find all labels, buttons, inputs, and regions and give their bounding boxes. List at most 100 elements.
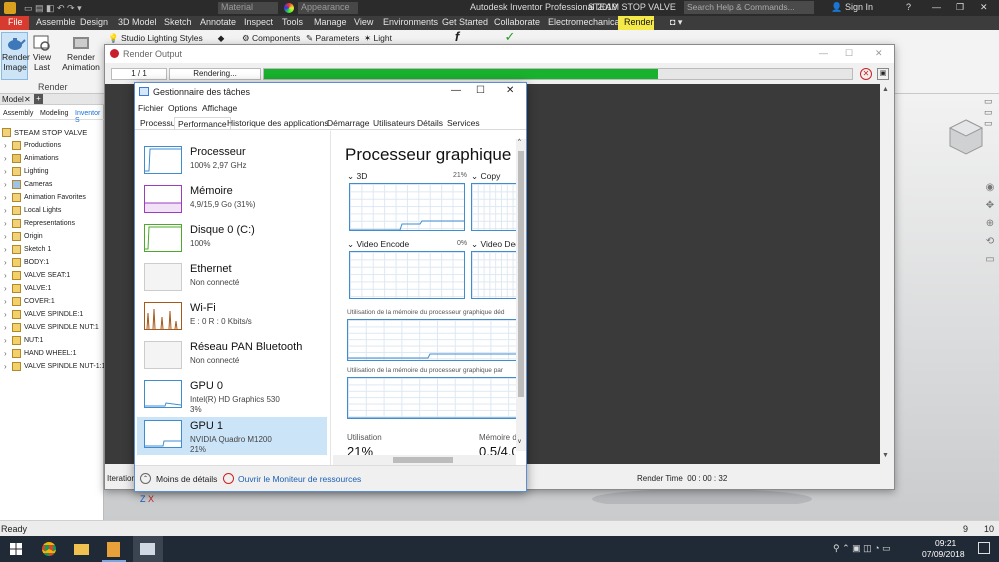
sign-in-link[interactable]: Sign In [845, 2, 873, 12]
tab-collaborate[interactable]: Collaborate [494, 17, 540, 27]
subtab-assembly[interactable]: Assembly [3, 110, 33, 117]
tree-expand-icon[interactable]: › [4, 271, 10, 280]
maximize-icon[interactable]: ❐ [956, 2, 964, 13]
tree-item[interactable]: › VALVE SPINDLE NUT:1 [4, 321, 99, 333]
scene-icon[interactable]: ◆ [214, 33, 228, 43]
tree-item[interactable]: › NUT:1 [4, 334, 43, 346]
tree-expand-icon[interactable]: › [4, 297, 10, 306]
chrome-icon[interactable] [42, 542, 56, 556]
panel-hscrollbar[interactable] [333, 455, 516, 465]
tab-assemble[interactable]: Assemble [36, 17, 76, 27]
tab-tools[interactable]: Tools [282, 17, 303, 27]
tree-item[interactable]: › Local Lights [4, 204, 61, 216]
tree-expand-icon[interactable]: › [4, 232, 10, 241]
render-animation-button[interactable]: Render Animation [60, 34, 102, 72]
tab-services[interactable]: Services [444, 117, 483, 129]
taskmgr-close-icon[interactable]: ✕ [506, 85, 514, 96]
tab-demarrage[interactable]: Démarrage [324, 117, 373, 129]
parameters-button[interactable]: ✎ Parameters [306, 33, 364, 43]
panel-scroll-down-icon[interactable]: v [518, 439, 521, 445]
windows-start-icon[interactable] [10, 543, 22, 555]
tab-environments[interactable]: Environments [383, 17, 438, 27]
tree-item[interactable]: › Animations [4, 152, 59, 164]
components-button[interactable]: ⚙ Components [242, 33, 306, 43]
render-image-button[interactable]: Render Image [2, 34, 30, 72]
menu-fichier[interactable]: Fichier [138, 103, 164, 113]
tree-expand-icon[interactable]: › [4, 180, 10, 189]
less-details-link[interactable]: Moins de détails [156, 474, 217, 484]
tab-3d-model[interactable]: 3D Model [118, 17, 157, 27]
resource-monitor-link[interactable]: Ouvrir le Moniteur de ressources [238, 474, 361, 484]
panel-scroll-up-icon[interactable]: ^ [518, 139, 521, 145]
tab-sketch[interactable]: Sketch [164, 17, 192, 27]
tree-item[interactable]: › VALVE:1 [4, 282, 51, 294]
studio-lighting-styles-button[interactable]: 💡 Studio Lighting Styles [108, 33, 203, 43]
tab-performance[interactable]: Performance [174, 117, 231, 129]
side-item-bluetooth[interactable]: Réseau PAN Bluetooth Non connecté [137, 338, 327, 376]
minimize-icon[interactable]: — [932, 2, 941, 12]
light-button[interactable]: ✶ Light [364, 33, 404, 43]
less-details-icon[interactable]: ⌃ [140, 473, 151, 484]
taskmgr-maximize-icon[interactable]: ☐ [476, 85, 485, 96]
help-search-input[interactable]: Search Help & Commands... [684, 1, 814, 14]
tree-item[interactable]: › BODY:1 [4, 256, 49, 268]
side-item-memoire[interactable]: Mémoire 4,9/15,9 Go (31%) [137, 182, 327, 220]
side-item-disque[interactable]: Disque 0 (C:) 100% [137, 221, 327, 259]
tab-get-started[interactable]: Get Started [442, 17, 488, 27]
save-render-icon[interactable]: ▣ [877, 68, 889, 80]
tree-expand-icon[interactable]: › [4, 206, 10, 215]
view-last-button[interactable]: View Last [30, 34, 54, 72]
tree-item[interactable]: › VALVE SEAT:1 [4, 269, 70, 281]
notification-center-icon[interactable] [978, 542, 990, 554]
side-item-gpu1[interactable]: GPU 1 NVIDIA Quadro M1200 21% [137, 417, 327, 455]
tab-historique[interactable]: Historique des applications [224, 117, 332, 129]
menu-options[interactable]: Options [168, 103, 197, 113]
menu-affichage[interactable]: Affichage [202, 103, 237, 113]
render-scroll-up-icon[interactable]: ▲ [882, 86, 889, 93]
tree-item[interactable]: › COVER:1 [4, 295, 55, 307]
browser-tab-close-icon[interactable]: ✕ [24, 95, 31, 104]
formula-icon[interactable]: f [450, 30, 464, 43]
appearance-select[interactable]: Appearance [298, 2, 358, 14]
side-item-gpu0[interactable]: GPU 0 Intel(R) HD Graphics 530 3% [137, 377, 327, 415]
ribbon-options-icon[interactable]: ◘ ▾ [670, 17, 682, 28]
tree-root[interactable]: STEAM STOP VALVE [2, 126, 87, 138]
material-select[interactable]: Material [218, 2, 278, 14]
help-icon[interactable]: ? [906, 2, 911, 12]
tree-item[interactable]: › Animation Favorites [4, 191, 86, 203]
tree-expand-icon[interactable]: › [4, 245, 10, 254]
viewport-window-controls[interactable]: ▭ ▭ ▭ [984, 96, 999, 129]
taskmgr-minimize-icon[interactable]: — [451, 85, 461, 96]
render-vscrollbar[interactable]: ▲ ▼ [880, 84, 892, 464]
tree-item[interactable]: › Cameras [4, 178, 52, 190]
tab-utilisateurs[interactable]: Utilisateurs [370, 117, 418, 129]
engine-3d-label[interactable]: ⌄ 3D [347, 171, 367, 182]
tree-item[interactable]: › Origin [4, 230, 43, 242]
subtab-inventor-studio[interactable]: Inventor S [75, 110, 104, 124]
tree-item[interactable]: › Lighting [4, 165, 49, 177]
tree-item[interactable]: › Productions [4, 139, 61, 151]
tree-expand-icon[interactable]: › [4, 154, 10, 163]
inventor-taskbar-icon[interactable] [107, 542, 120, 557]
tab-manage[interactable]: Manage [314, 17, 347, 27]
system-tray-icons[interactable]: ⚲ ⌃ ▣ ◫ ◔ ▭ [833, 543, 891, 554]
tree-expand-icon[interactable]: › [4, 258, 10, 267]
panel-hscroll-thumb[interactable] [393, 457, 453, 463]
tab-annotate[interactable]: Annotate [200, 17, 236, 27]
render-scroll-down-icon[interactable]: ▼ [882, 452, 889, 459]
tab-details[interactable]: Détails [414, 117, 446, 129]
render-maximize-icon[interactable]: ☐ [845, 48, 853, 59]
side-item-processeur[interactable]: Processeur 100% 2,97 GHz [137, 143, 327, 181]
tree-expand-icon[interactable]: › [4, 284, 10, 293]
tree-expand-icon[interactable]: › [4, 219, 10, 228]
tab-file[interactable]: File [8, 17, 23, 27]
quick-access-toolbar[interactable]: ▭ ▤ ◧ ↶ ↷ ▾ [24, 3, 104, 13]
tree-item[interactable]: › Sketch 1 [4, 243, 51, 255]
render-close-icon[interactable]: ✕ [875, 48, 883, 59]
tree-expand-icon[interactable]: › [4, 193, 10, 202]
tab-render[interactable]: Render [624, 17, 654, 27]
panel-vscrollbar[interactable]: ^ v [516, 139, 526, 451]
tree-item[interactable]: › VALVE SPINDLE:1 [4, 308, 83, 320]
browser-tab-add[interactable]: + [34, 94, 43, 104]
tree-expand-icon[interactable]: › [4, 310, 10, 319]
